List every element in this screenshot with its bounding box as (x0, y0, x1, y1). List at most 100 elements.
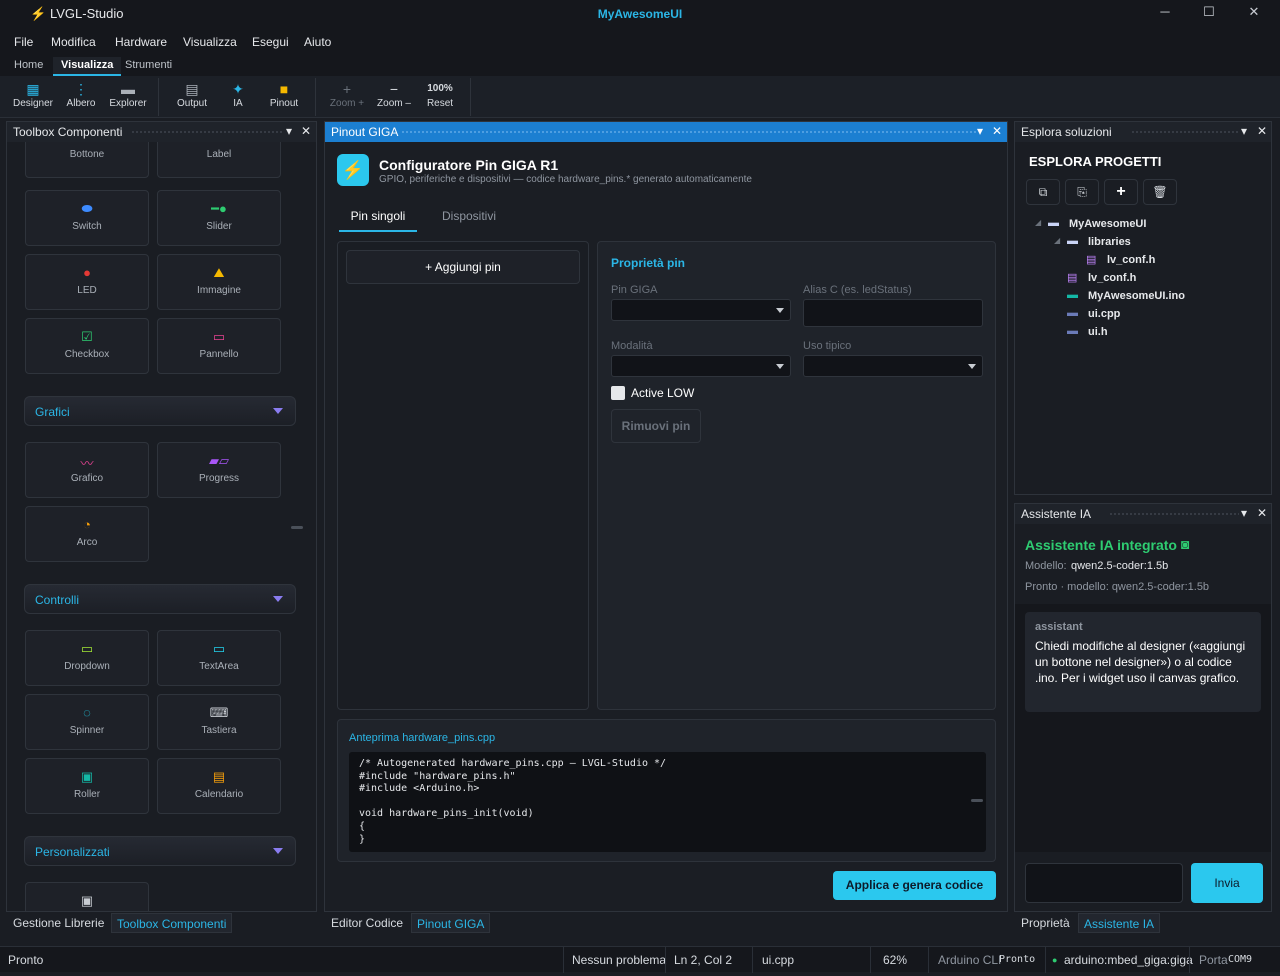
drag-grip[interactable] (131, 130, 283, 134)
close-icon[interactable]: ✕ (1257, 506, 1267, 520)
pinout-button[interactable]: ■ Pinout (262, 80, 306, 109)
designer-button[interactable]: ▦ Designer (11, 80, 55, 109)
albero-button[interactable]: ⋮ Albero (59, 80, 103, 109)
add-pin-button[interactable]: + Aggiungi pin (346, 250, 580, 284)
pin-giga-select[interactable] (611, 299, 791, 321)
active-low-checkbox[interactable] (611, 386, 625, 400)
tab-pinout-giga[interactable]: Pinout GIGA (411, 913, 491, 933)
ribbon-tab-home[interactable]: Home (6, 57, 51, 76)
drag-grip[interactable] (1131, 130, 1239, 134)
drag-grip[interactable] (401, 130, 977, 134)
tab-toolbox-componenti[interactable]: Toolbox Componenti (111, 913, 233, 933)
remove-pin-button[interactable]: Rimuovi pin (611, 409, 701, 443)
output-label: Output (176, 98, 208, 109)
close-icon[interactable]: ✕ (301, 124, 311, 138)
mode-select[interactable] (611, 355, 791, 377)
menu-modifica[interactable]: Modifica (51, 35, 96, 49)
code-preview[interactable]: /* Autogenerated hardware_pins.cpp — LVG… (349, 752, 986, 852)
menu-file[interactable]: File (14, 35, 33, 49)
widget-arco[interactable]: ◔ Arco (25, 506, 149, 562)
tree-item-ino[interactable]: MyAwesomeUI.ino (1088, 290, 1185, 302)
add-icon[interactable]: + (1104, 179, 1138, 205)
widget-checkbox[interactable]: ☑ Checkbox (25, 318, 149, 374)
panel-menu-icon[interactable]: ▾ (977, 124, 983, 138)
category-controlli[interactable]: Controlli (24, 584, 296, 614)
assistant-panel: Assistente IA ▾ ✕ Assistente IA integrat… (1014, 503, 1272, 912)
panel-menu-icon[interactable]: ▾ (1241, 124, 1247, 138)
alias-input[interactable] (803, 299, 983, 327)
widget-bottone[interactable]: ▬ Bottone (25, 142, 149, 178)
menu-esegui[interactable]: Esegui (252, 35, 289, 49)
apply-generate-button[interactable]: Applica e genera codice (833, 871, 996, 900)
tab-assistente-ia[interactable]: Assistente IA (1078, 913, 1161, 933)
tab-editor-codice[interactable]: Editor Codice (326, 913, 408, 933)
drag-grip[interactable] (1109, 512, 1239, 516)
source-file-icon: ▬ (1067, 307, 1078, 319)
close-icon[interactable]: ✕ (1257, 124, 1267, 138)
widget-slider[interactable]: ━● Slider (157, 190, 281, 246)
ia-button[interactable]: ✦ IA (216, 80, 260, 109)
expand-arrow-icon[interactable]: ◢ (1035, 218, 1041, 227)
status-problems[interactable]: Nessun problema (572, 953, 666, 967)
widget-label[interactable]: Label (157, 142, 281, 178)
widget-immagine[interactable]: ⛰ Immagine (157, 254, 281, 310)
zoom-out-button[interactable]: − Zoom – (372, 80, 416, 109)
delete-icon[interactable]: 🗑 (1143, 179, 1177, 205)
tree-item-lib-lvconf[interactable]: lv_conf.h (1107, 254, 1155, 266)
category-personalizzati[interactable]: Personalizzati (24, 836, 296, 866)
chat-input[interactable] (1025, 863, 1183, 903)
widget-pannello[interactable]: ▭ Pannello (157, 318, 281, 374)
menu-aiuto[interactable]: Aiuto (304, 35, 331, 49)
widget-tastiera[interactable]: ⌨ Tastiera (157, 694, 281, 750)
menu-hardware[interactable]: Hardware (115, 35, 167, 49)
expand-arrow-icon[interactable]: ◢ (1054, 236, 1060, 245)
tree-item-lvconf[interactable]: lv_conf.h (1088, 272, 1136, 284)
send-button[interactable]: Invia (1191, 863, 1263, 903)
close-icon[interactable]: ✕ (992, 124, 1002, 138)
ribbon-tab-strumenti[interactable]: Strumenti (117, 57, 180, 76)
tree-item-project[interactable]: MyAwesomeUI (1069, 218, 1146, 230)
tree-item-uih[interactable]: ui.h (1088, 326, 1108, 338)
widget-textarea[interactable]: ▭ TextArea (157, 630, 281, 686)
widget-custom[interactable]: ▣ (25, 882, 149, 911)
tab-proprieta[interactable]: Proprietà (1016, 913, 1075, 933)
tree-item-uicpp[interactable]: ui.cpp (1088, 308, 1120, 320)
tab-gestione-librerie[interactable]: Gestione Librerie (8, 913, 109, 933)
code-line: void hardware_pins_init(void) (359, 808, 534, 820)
panel-menu-icon[interactable]: ▾ (286, 124, 292, 138)
widget-calendario[interactable]: ▤ Calendario (157, 758, 281, 814)
minimize-button[interactable]: ─ (1150, 4, 1180, 24)
widget-dropdown[interactable]: ▭ Dropdown (25, 630, 149, 686)
widget-grafico[interactable]: 〰 Grafico (25, 442, 149, 498)
widget-roller[interactable]: ▣ Roller (25, 758, 149, 814)
status-port-value[interactable]: COM9 (1228, 954, 1252, 965)
usage-select[interactable] (803, 355, 983, 377)
scrollbar-thumb[interactable] (971, 799, 983, 802)
close-window-button[interactable]: ✕ (1239, 4, 1269, 24)
widget-led[interactable]: ● LED (25, 254, 149, 310)
zoom-reset-button[interactable]: 100% Reset (418, 80, 462, 109)
zoom-in-button[interactable]: + Zoom + (325, 80, 369, 109)
ribbon-tab-visualizza[interactable]: Visualizza (53, 57, 122, 76)
menu-visualizza[interactable]: Visualizza (183, 35, 237, 49)
explorer-button[interactable]: ▬ Explorer (106, 80, 150, 109)
widget-spinner[interactable]: ◌ Spinner (25, 694, 149, 750)
import-icon[interactable]: ⎘ (1065, 179, 1099, 205)
status-board[interactable]: arduino:mbed_giga:giga (1064, 953, 1193, 967)
tab-pin-singoli[interactable]: Pin singoli (339, 202, 417, 232)
category-grafici[interactable]: Grafici (24, 396, 296, 426)
widget-progress[interactable]: ▰▱ Progress (157, 442, 281, 498)
refresh-icon[interactable]: ⧉ (1026, 179, 1060, 205)
output-icon: ▤ (185, 81, 199, 97)
status-zoom[interactable]: 62% (883, 953, 907, 967)
tab-dispositivi[interactable]: Dispositivi (435, 202, 503, 232)
output-button[interactable]: ▤ Output (170, 80, 214, 109)
status-position[interactable]: Ln 2, Col 2 (674, 953, 732, 967)
tree-item-libraries[interactable]: libraries (1088, 236, 1131, 248)
scrollbar-thumb[interactable] (291, 526, 303, 529)
maximize-button[interactable]: ☐ (1194, 4, 1224, 24)
toolbox-scroll-area[interactable]: ▬ Bottone Label ⬬ Switch ━● Slider ● LED… (7, 142, 316, 911)
widget-switch[interactable]: ⬬ Switch (25, 190, 149, 246)
panel-menu-icon[interactable]: ▾ (1241, 506, 1247, 520)
chat-area[interactable]: assistant Chiedi modifiche al designer (… (1015, 604, 1271, 852)
